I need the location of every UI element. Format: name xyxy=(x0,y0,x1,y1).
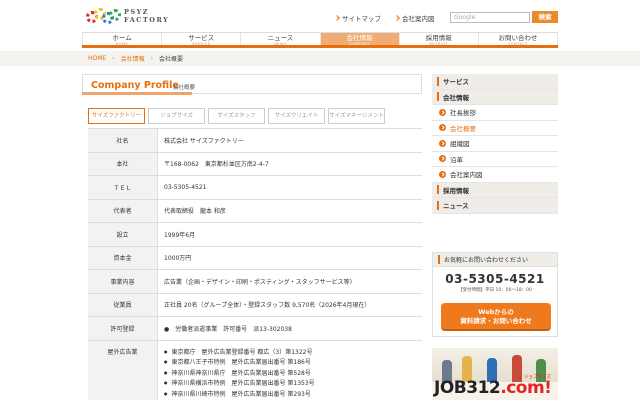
table-row: 資本金 1000万円 xyxy=(88,246,422,270)
nav-contact[interactable]: お問い合わせ CONTACT xyxy=(478,33,559,46)
breadcrumb-current: 会社概要 xyxy=(159,56,184,63)
tab-size-create[interactable]: サイズクリエイト xyxy=(268,108,325,124)
nav-news[interactable]: ニュース NEWS xyxy=(241,33,321,46)
circle-arrow-icon xyxy=(439,108,446,116)
sidebar-item-company[interactable]: 会社情報 xyxy=(432,89,558,105)
breadcrumb-separator: › xyxy=(112,55,115,62)
nav-service[interactable]: サービス SERVICE xyxy=(162,33,242,46)
contact-phone[interactable]: 03-5305-4521 xyxy=(433,272,557,286)
site-header: PSYZ FACTORY サイトマップ 会社案内図 Google 検索 xyxy=(0,0,640,32)
row-label: 代表者 xyxy=(88,199,158,222)
sidebar-item-service[interactable]: サービス xyxy=(432,74,558,90)
sidebar-item-company-map[interactable]: 会社案内図 xyxy=(432,167,558,183)
row-label: 事業内容 xyxy=(88,270,158,293)
search-input[interactable]: Google xyxy=(450,12,530,23)
gears-logo-icon xyxy=(86,8,122,26)
row-label: 許可登録 xyxy=(88,317,158,340)
tab-size-management[interactable]: サイズマネージメント xyxy=(328,108,385,124)
accent-bar xyxy=(437,185,439,195)
table-row: 許可登録 ● 労働者派遣事業 許可番号 派13-302038 xyxy=(88,317,422,341)
page-title: Company Profile xyxy=(91,80,179,91)
row-label: 社名 xyxy=(88,129,158,152)
tab-psyz-factory[interactable]: サイズファクトリー xyxy=(88,108,145,124)
row-value: 広告業（企画・デザイン・印刷・ポスティング・スタッフサービス等） xyxy=(164,278,356,286)
row-value: 代表取締役 龍本 和彦 xyxy=(164,208,226,216)
breadcrumb-company[interactable]: 会社情報 xyxy=(121,54,145,63)
global-nav: ホーム HOME サービス SERVICE ニュース NEWS 会社情報 COMPANY… xyxy=(82,32,559,48)
accent-bar xyxy=(438,255,440,264)
nav-company[interactable]: 会社情報 COMPANY xyxy=(320,33,400,46)
table-row: 社名 株式会社 サイズファクトリー xyxy=(88,129,422,153)
table-row: 従業員 正社員 20名（グループ全体）・登録スタッフ数 9,570名（2026年… xyxy=(88,293,422,317)
table-row: 代表者 代表取締役 龍本 和彦 xyxy=(88,199,422,223)
row-label: 本社 xyxy=(88,152,158,175)
logo-text: PSYZ FACTORY xyxy=(124,8,170,24)
page-subtitle: 会社概要 xyxy=(173,85,196,91)
tab-job-size[interactable]: ジョブサイズ xyxy=(148,108,205,124)
site-logo[interactable]: PSYZ FACTORY xyxy=(86,8,176,26)
table-row: 事業内容 広告業（企画・デザイン・印刷・ポスティング・スタッフサービス等） xyxy=(88,270,422,294)
sidebar-item-news[interactable]: ニュース xyxy=(432,198,558,214)
nav-recruit[interactable]: 採用情報 RECRUIT xyxy=(399,33,479,46)
row-label: 屋外広告業 xyxy=(88,340,158,400)
sidebar-item-history[interactable]: 沿革 xyxy=(432,151,558,167)
title-accent-line xyxy=(82,92,192,95)
ads-license-list: 東京都庁 屋外広告業登録番号 都広（3）第1322号 東京都八王子市特例 屋外広… xyxy=(158,341,422,400)
table-row: 設立 1999年6月 xyxy=(88,223,422,247)
contact-hours: 【受付時間】平日 10：00～18：00 xyxy=(458,288,532,293)
row-value: 株式会社 サイズファクトリー xyxy=(164,137,244,145)
sidebar-nav: サービス 会社情報 社長挨拶 会社概要 組織図 沿革 会社案内図 採用情報 ニュ… xyxy=(432,74,558,214)
row-value: 正社員 20名（グループ全体）・登録スタッフ数 9,570名（2026年4月現在… xyxy=(164,302,371,310)
row-value: 03-5305-4521 xyxy=(164,183,207,191)
sitemap-link[interactable]: サイトマップ xyxy=(334,13,381,23)
sidebar-item-org-chart[interactable]: 組織図 xyxy=(432,136,558,152)
sidebar-item-recruit[interactable]: 採用情報 xyxy=(432,182,558,198)
row-label: ＴＥＬ xyxy=(88,176,158,199)
circle-arrow-icon xyxy=(439,139,446,147)
row-label: 資本金 xyxy=(88,246,158,269)
table-row: ＴＥＬ 03-5305-4521 xyxy=(88,176,422,200)
row-label: 従業員 xyxy=(88,293,158,316)
page-header: Company Profile 会社概要 xyxy=(82,74,422,95)
circle-arrow-icon xyxy=(439,155,446,163)
main-content: Company Profile 会社概要 サイズファクトリー ジョブサイズ サイ… xyxy=(82,74,422,400)
contact-box: お気軽にお問い合わせください 03-5305-4521 【受付時間】平日 10：… xyxy=(432,252,558,337)
circle-arrow-icon xyxy=(439,170,446,178)
table-row: 本社 〒168-0062 東京都杉並区方南2-4-7 xyxy=(88,152,422,176)
search-button[interactable]: 検索 xyxy=(532,11,558,23)
job312-banner[interactable]: ジョブサイズ JOB312.com! xyxy=(432,348,558,400)
utility-links: サイトマップ 会社案内図 xyxy=(334,13,435,23)
list-item: 東京都八王子市特例 屋外広告業届出番号 第186号 xyxy=(164,357,416,368)
sidebar-item-overview[interactable]: 会社概要 xyxy=(432,120,558,136)
breadcrumb-separator: › xyxy=(150,55,154,62)
banner-logo: JOB312.com! xyxy=(434,378,552,398)
list-item: 神奈川県川崎市特例 屋外広告業届出番号 第293号 xyxy=(164,389,416,400)
tab-size-staff[interactable]: サイズスタッフ xyxy=(208,108,265,124)
accent-bar xyxy=(437,76,439,86)
contact-heading: お気軽にお問い合わせください xyxy=(433,253,557,267)
list-item: 神奈川県神奈川県庁 屋外広告業届出番号 第528号 xyxy=(164,368,416,379)
table-row: 屋外広告業 東京都庁 屋外広告業登録番号 都広（3）第1322号 東京都八王子市… xyxy=(88,340,422,400)
sidebar-item-greeting[interactable]: 社長挨拶 xyxy=(432,105,558,121)
row-value: 1999年6月 xyxy=(164,231,196,239)
arrow-icon xyxy=(334,15,340,21)
row-label: 設立 xyxy=(88,223,158,246)
breadcrumb-bar: HOME › 会社情報 › 会社概要 xyxy=(0,51,640,66)
accent-bar xyxy=(437,200,439,210)
row-value: 〒168-0062 東京都杉並区方南2-4-7 xyxy=(164,161,269,169)
list-item: 神奈川県横浜市特例 屋外広告業届出番号 第1353号 xyxy=(164,378,416,389)
row-value: 1000万円 xyxy=(164,255,192,263)
list-item: 東京都庁 屋外広告業登録番号 都広（3）第1322号 xyxy=(164,347,416,358)
profile-table: 社名 株式会社 サイズファクトリー 本社 〒168-0062 東京都杉並区方南2… xyxy=(88,128,422,400)
breadcrumb: HOME › 会社情報 › 会社概要 xyxy=(88,54,183,63)
arrow-icon xyxy=(394,15,400,21)
accent-bar xyxy=(437,92,439,102)
breadcrumb-home[interactable]: HOME xyxy=(88,55,106,62)
row-value: ● 労働者派遣事業 許可番号 派13-302038 xyxy=(164,325,292,333)
web-inquiry-button[interactable]: Webからの 資料請求・お問い合わせ xyxy=(441,303,551,331)
company-tabs: サイズファクトリー ジョブサイズ サイズスタッフ サイズクリエイト サイズマネー… xyxy=(88,108,385,124)
circle-arrow-icon xyxy=(439,124,446,132)
nav-home[interactable]: ホーム HOME xyxy=(82,33,163,46)
company-map-link[interactable]: 会社案内図 xyxy=(394,13,435,23)
